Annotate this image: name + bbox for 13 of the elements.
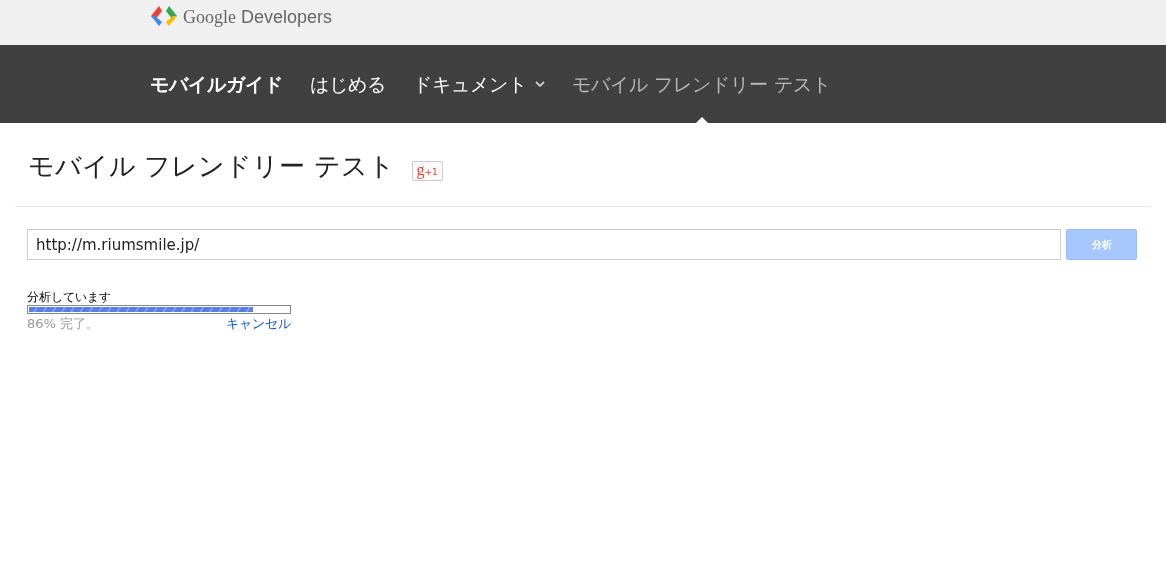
progress-status: 86% 完了。 (27, 315, 100, 333)
logo-text[interactable]: Google Developers (183, 5, 333, 29)
url-field[interactable]: http://m.riumsmile.jp/ (27, 229, 1061, 260)
nav-tab[interactable]: モバイル フレンドリー テスト (572, 45, 832, 123)
logo-icon (150, 5, 178, 27)
nav-tab[interactable]: はじめる (310, 45, 386, 123)
nav-tab[interactable]: モバイルガイド (150, 45, 283, 123)
plus-one-button[interactable]: g+1 (411, 160, 443, 181)
nav-tab[interactable]: ドキュメント (413, 45, 545, 123)
page-title: モバイル フレンドリー テスト (28, 150, 395, 183)
progress-label: 分析しています (27, 290, 112, 305)
cancel-link[interactable]: キャンセル (226, 314, 291, 334)
chevron-down-icon (535, 81, 545, 87)
